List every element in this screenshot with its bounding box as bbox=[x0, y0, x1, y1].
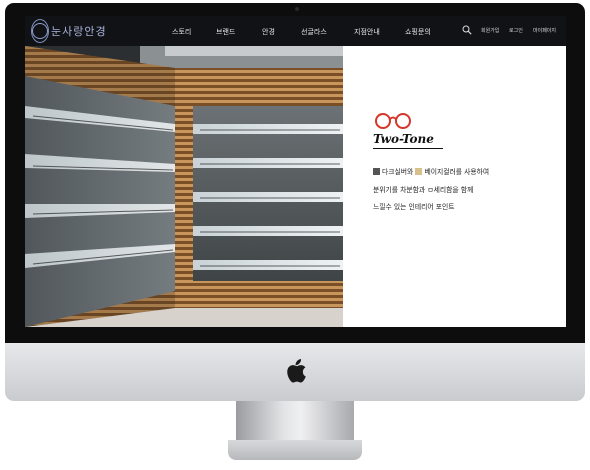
glasses-icon bbox=[375, 113, 411, 129]
monitor-stand bbox=[236, 401, 354, 441]
content-panel: Two-Tone 다크실버와 베이지컬러를 사용하여 분위기를 차분함과 ㅁ세리… bbox=[343, 46, 566, 327]
logo-emblem bbox=[31, 19, 49, 43]
dark-silver-swatch bbox=[373, 168, 380, 175]
description-line-2: 분위기를 차분함과 ㅁ세리함을 함께 bbox=[373, 186, 474, 194]
site-header: 눈사랑안경 스토리 브랜드 안경 선글라스 지점안내 쇼핑문의 회원가입 로그인… bbox=[25, 16, 566, 46]
nav-glasses[interactable]: 안경 bbox=[262, 27, 275, 37]
logo-text: 눈사랑안경 bbox=[51, 25, 107, 38]
screen: 눈사랑안경 스토리 브랜드 안경 선글라스 지점안내 쇼핑문의 회원가입 로그인… bbox=[25, 16, 566, 327]
nav-inquiry[interactable]: 쇼핑문의 bbox=[405, 27, 431, 37]
title-divider bbox=[373, 148, 443, 149]
apple-logo-icon bbox=[287, 359, 306, 383]
camera-dot bbox=[295, 7, 299, 11]
login-link[interactable]: 로그인 bbox=[509, 27, 523, 34]
description-line-1: 다크실버와 베이지컬러를 사용하여 bbox=[373, 166, 489, 176]
monitor-foot bbox=[228, 440, 362, 460]
nav-brand[interactable]: 브랜드 bbox=[216, 27, 235, 37]
description-line-3: 느낄수 있는 인테리어 포인트 bbox=[373, 203, 455, 211]
mypage-link[interactable]: 마이페이지 bbox=[533, 27, 556, 34]
hero-section: Two-Tone 다크실버와 베이지컬러를 사용하여 분위기를 차분함과 ㅁ세리… bbox=[25, 46, 566, 327]
dark-silver-text: 다크실버와 bbox=[382, 168, 414, 176]
brand-title: Two-Tone bbox=[373, 132, 434, 146]
nav-story[interactable]: 스토리 bbox=[172, 27, 191, 37]
signup-link[interactable]: 회원가입 bbox=[481, 27, 499, 34]
beige-text: 베이지컬러를 사용하여 bbox=[424, 168, 490, 176]
hero-photo bbox=[25, 46, 343, 327]
site-logo[interactable]: 눈사랑안경 bbox=[31, 18, 106, 44]
nav-stores[interactable]: 지점안내 bbox=[354, 27, 380, 37]
nav-sunglasses[interactable]: 선글라스 bbox=[301, 27, 327, 37]
beige-swatch bbox=[415, 168, 423, 175]
search-icon[interactable] bbox=[462, 25, 472, 35]
